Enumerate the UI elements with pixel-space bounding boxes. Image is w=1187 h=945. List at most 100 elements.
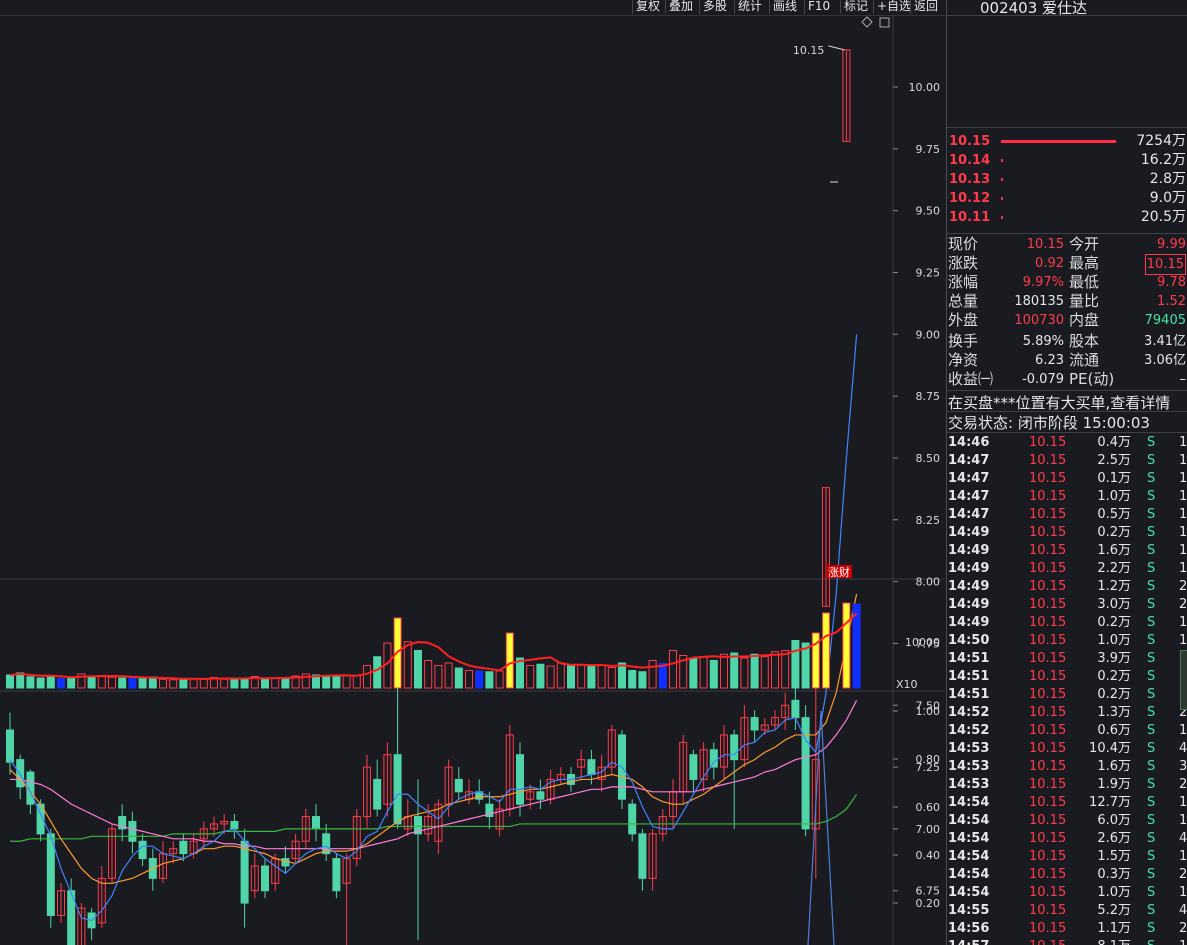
volume-bar	[261, 678, 269, 689]
tick-side: S	[1147, 687, 1156, 702]
tick-row[interactable]: 14:56 10.15 1.1万 S 2	[947, 920, 1187, 938]
tick-volume: 10.4万	[1089, 741, 1131, 756]
tick-side: S	[1147, 669, 1156, 684]
tick-price: 10.15	[1029, 723, 1067, 738]
ask-row[interactable]: 10.15 7254万	[947, 132, 1187, 151]
tick-row[interactable]: 14:52 10.15 1.3万 S 2	[947, 704, 1187, 722]
toolbar-button-6[interactable]: 标记	[840, 0, 873, 14]
tick-row[interactable]: 14:49 10.15 0.2万 S 1	[947, 614, 1187, 632]
ask-row[interactable]: 10.11 20.5万	[947, 208, 1187, 227]
tick-volume: 0.6万	[1097, 723, 1131, 738]
tick-volume: 1.6万	[1097, 543, 1131, 558]
tick-row[interactable]: 14:5110.153.9万S1	[947, 650, 1187, 668]
tick-row[interactable]: 14:55 10.15 5.2万 S 4	[947, 902, 1187, 920]
quote-value: 79405	[1144, 313, 1186, 328]
tick-row[interactable]: 14:53 10.15 10.4万 S 4	[947, 740, 1187, 758]
volume-bar	[230, 678, 239, 689]
quote-label: 今开	[1069, 235, 1100, 253]
tick-row[interactable]: 14:47 10.15 1.0万 S 1	[947, 488, 1187, 506]
big-order-alert[interactable]: 在买盘***位置有大买单,查看详情	[948, 392, 1170, 413]
volume-bar	[822, 612, 830, 689]
candle	[709, 749, 718, 768]
volume-bar	[189, 678, 198, 689]
volume-bar	[730, 652, 739, 689]
tick-volume: 1.0万	[1097, 885, 1131, 900]
volume-bar	[475, 670, 484, 689]
tick-price: 10.15	[1029, 687, 1067, 702]
tick-time: 14:50	[948, 633, 990, 648]
tick-row[interactable]: 14:57 10.15 8.1万 S 1	[947, 938, 1187, 945]
toolbar-button-4[interactable]: 画线	[769, 0, 804, 14]
quote-label: 最低	[1069, 273, 1100, 291]
tick-row[interactable]: 14:46 10.15 0.4万 S 1	[947, 434, 1187, 452]
tick-row[interactable]: 14:54 10.15 2.6万 S 4	[947, 830, 1187, 848]
tick-scrollbar[interactable]	[1180, 650, 1187, 710]
tick-row[interactable]: 14:54 10.15 12.7万 S 11	[947, 794, 1187, 812]
toolbar-button-8[interactable]: 返回	[910, 0, 945, 14]
tick-price: 10.15	[1029, 489, 1067, 504]
toolbar-button-2[interactable]: 多股	[699, 0, 734, 14]
tick-row[interactable]: 14:54 10.15 1.5万 S 1	[947, 848, 1187, 866]
toolbar-button-1[interactable]: 叠加	[665, 0, 699, 14]
volume-bar	[271, 678, 280, 689]
quote-value: 1.52	[1157, 294, 1186, 309]
ask-row[interactable]: 10.13 2.8万	[947, 170, 1187, 189]
toolbar-button-7[interactable]: +自选	[873, 0, 911, 14]
tick-count: 4	[1179, 903, 1187, 918]
tick-price: 10.15	[1029, 849, 1067, 864]
tick-price: 10.15	[1029, 525, 1067, 540]
chart-canvas[interactable]: 10.009.759.509.259.008.758.508.258.007.7…	[0, 16, 945, 945]
tick-row[interactable]: 14:49 10.15 0.2万 S 1	[947, 524, 1187, 542]
tick-row[interactable]: 14:53 10.15 1.6万 S 3	[947, 758, 1187, 776]
tick-row[interactable]: 14:49 10.15 1.2万 S 2	[947, 578, 1187, 596]
tick-row[interactable]: 14:50 10.15 1.0万 S 1	[947, 632, 1187, 650]
chart-area[interactable]: 10.00 9.75 9.50 9.25 9.00 8.75 8.50 8.25 8.00 7.7…	[0, 16, 945, 945]
tick-price: 10.15	[1029, 795, 1067, 810]
tick-price: 10.15	[1029, 669, 1067, 684]
tick-row[interactable]: 14:54 10.15 0.3万 S 2	[947, 866, 1187, 884]
tick-row[interactable]: 14:49 10.15 1.6万 S 1	[947, 542, 1187, 560]
candle	[240, 840, 249, 904]
tick-time: 14:53	[948, 741, 990, 756]
ask-row[interactable]: 10.12 9.0万	[947, 189, 1187, 208]
ask-price: 10.12	[949, 191, 991, 206]
tick-side: S	[1147, 795, 1156, 810]
quote-label: 外盘	[948, 311, 979, 329]
quote-value: 100730	[1014, 313, 1064, 328]
tick-row[interactable]: 14:49 10.15 2.2万 S 1	[947, 560, 1187, 578]
quote-row: 涨幅 9.97% 最低 9.78	[947, 273, 1187, 292]
ask-volume: 7254万	[1136, 133, 1186, 149]
volume-bar	[118, 677, 127, 689]
tick-row[interactable]: 14:54 10.15 1.0万 S 1	[947, 884, 1187, 902]
quote-label: 收益㈠	[948, 370, 994, 388]
toolbar-button-5[interactable]: F10	[804, 0, 840, 14]
tick-time: 14:46	[948, 435, 990, 450]
tick-count: 2	[1179, 777, 1187, 792]
indicator-axis-label: 0.20	[916, 897, 941, 910]
candle	[393, 754, 402, 825]
tick-volume: 3.0万	[1097, 597, 1131, 612]
tick-price: 10.15	[1029, 633, 1067, 648]
price-axis-label: 7.00	[916, 823, 941, 836]
tick-row[interactable]: 14:47 10.15 0.5万 S 1	[947, 506, 1187, 524]
tick-row[interactable]: 14:5110.150.2万S1	[947, 668, 1187, 686]
tick-side: S	[1147, 651, 1156, 666]
tick-row[interactable]: 14:54 10.15 6.0万 S 1	[947, 812, 1187, 830]
ask-row[interactable]: 10.14 16.2万	[947, 151, 1187, 170]
ma5-line	[9, 334, 858, 922]
tick-row[interactable]: 14:5110.150.2万S1	[947, 686, 1187, 704]
tick-row[interactable]: 14:47 10.15 2.5万 S 1	[947, 452, 1187, 470]
tick-price: 10.15	[1029, 453, 1067, 468]
tick-row[interactable]: 14:49 10.15 3.0万 S 2	[947, 596, 1187, 614]
tick-row[interactable]: 14:52 10.15 0.6万 S 1	[947, 722, 1187, 740]
tick-price: 10.15	[1029, 813, 1067, 828]
toolbar-button-0[interactable]: 复权	[632, 0, 665, 14]
tick-row[interactable]: 14:53 10.15 1.9万 S 2	[947, 776, 1187, 794]
toolbar-button-3[interactable]: 统计	[734, 0, 769, 14]
quote-row: 涨跌 0.92 最高 10.15	[947, 254, 1187, 275]
price-axis-label: 9.25	[916, 266, 941, 279]
volume-bar	[373, 656, 382, 689]
volume-bar	[138, 678, 147, 689]
quote-label: 现价	[948, 235, 979, 253]
tick-row[interactable]: 14:47 10.15 0.1万 S 1	[947, 470, 1187, 488]
